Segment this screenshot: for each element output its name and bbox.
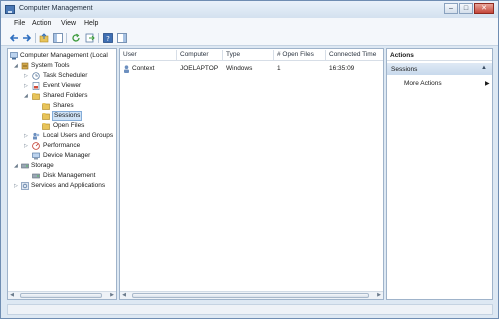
- refresh-icon[interactable]: [71, 33, 81, 43]
- column-divider[interactable]: [325, 50, 326, 60]
- help-icon[interactable]: ?: [103, 33, 113, 43]
- computer-icon: [10, 52, 18, 60]
- console-tree-pane: Computer Management (Local ◢ System Tool…: [7, 48, 117, 300]
- forward-icon[interactable]: [22, 33, 32, 43]
- column-header-type[interactable]: Type: [226, 51, 240, 58]
- toolbar-separator: [35, 33, 36, 43]
- actions-pane: Actions Sessions ▲ More Actions ▶: [386, 48, 493, 300]
- list-header: User Computer Type # Open Files Connecte…: [120, 49, 383, 61]
- title-bar[interactable]: Computer Management – □ ✕: [1, 1, 498, 18]
- services-icon: [21, 182, 29, 190]
- window-title: Computer Management: [19, 5, 93, 12]
- toolbar-separator: [98, 33, 99, 43]
- close-button[interactable]: ✕: [474, 3, 494, 14]
- performance-icon: [32, 142, 40, 150]
- column-header-connected-time[interactable]: Connected Time: [329, 51, 376, 58]
- tree-label: Open Files: [53, 122, 85, 129]
- more-actions-label: More Actions: [404, 80, 442, 87]
- column-divider[interactable]: [176, 50, 177, 60]
- scroll-thumb[interactable]: [20, 293, 102, 298]
- sessions-folder-icon: [42, 113, 50, 120]
- tree-label: Local Users and Groups: [43, 132, 114, 139]
- tree-label: Task Scheduler: [43, 72, 88, 79]
- storage-icon: [21, 163, 29, 169]
- menu-view[interactable]: View: [61, 20, 76, 27]
- computer-management-icon: [5, 5, 15, 14]
- system-tools-icon: [21, 62, 29, 70]
- cell-open-files: 1: [277, 65, 281, 72]
- expanded-arrow-icon[interactable]: ◢: [14, 161, 20, 171]
- collapse-up-arrow-icon[interactable]: ▲: [481, 65, 487, 71]
- back-icon[interactable]: [9, 33, 19, 43]
- tree-label: Computer Management (Local: [20, 52, 108, 59]
- tree-label: Shared Folders: [43, 92, 88, 99]
- tree-horizontal-scrollbar[interactable]: ◀ ▶: [8, 291, 116, 299]
- toolbar-separator: [66, 33, 67, 43]
- tree-label: Storage: [31, 162, 54, 169]
- window-controls: – □ ✕: [443, 3, 494, 14]
- submenu-arrow-icon: ▶: [485, 81, 490, 87]
- column-header-user[interactable]: User: [123, 51, 137, 58]
- collapsed-arrow-icon[interactable]: ▷: [24, 131, 30, 141]
- svg-text:?: ?: [106, 35, 110, 43]
- tree-label: Event Viewer: [43, 82, 82, 89]
- column-divider[interactable]: [222, 50, 223, 60]
- cell-type: Windows: [226, 65, 253, 72]
- minimize-button[interactable]: –: [444, 3, 458, 14]
- sessions-list-pane: User Computer Type # Open Files Connecte…: [119, 48, 384, 300]
- column-header-open-files[interactable]: # Open Files: [277, 51, 314, 58]
- disk-management-icon: [32, 173, 40, 179]
- shared-folder-icon: [32, 93, 40, 100]
- scroll-thumb[interactable]: [132, 293, 369, 298]
- scroll-right-arrow-icon[interactable]: ▶: [108, 292, 116, 299]
- task-scheduler-icon: [32, 72, 40, 80]
- collapsed-arrow-icon[interactable]: ▷: [24, 141, 30, 151]
- export-list-icon[interactable]: [85, 33, 95, 43]
- more-actions-item[interactable]: More Actions: [404, 80, 442, 87]
- collapsed-arrow-icon[interactable]: ▷: [24, 71, 30, 81]
- menu-help[interactable]: Help: [84, 20, 98, 27]
- tree-label: Disk Management: [43, 172, 96, 179]
- actions-section-label: Sessions: [391, 66, 418, 73]
- show-hide-console-tree-icon[interactable]: [53, 33, 63, 43]
- tree-label: Shares: [53, 102, 74, 109]
- collapsed-arrow-icon[interactable]: ▷: [24, 81, 30, 91]
- collapsed-arrow-icon[interactable]: ▷: [14, 181, 20, 191]
- show-hide-action-pane-icon[interactable]: [117, 33, 127, 43]
- device-manager-icon: [32, 152, 40, 160]
- cell-connected-time: 16:35:09: [329, 65, 355, 72]
- up-folder-icon[interactable]: [39, 33, 49, 43]
- toolbar: ?: [1, 30, 498, 46]
- actions-section-sessions[interactable]: Sessions ▲: [387, 63, 492, 75]
- column-header-computer[interactable]: Computer: [180, 51, 209, 58]
- tree-label: Device Manager: [43, 152, 91, 159]
- tree-label: Performance: [43, 142, 81, 149]
- tree-label: Services and Applications: [31, 182, 106, 189]
- actions-header: Actions: [387, 49, 492, 61]
- expanded-arrow-icon[interactable]: ◢: [14, 61, 20, 71]
- user-icon: [124, 65, 129, 73]
- cell-user: Context: [132, 65, 155, 72]
- menu-bar: File Action View Help: [1, 18, 498, 30]
- scroll-left-arrow-icon[interactable]: ◀: [8, 292, 16, 299]
- computer-management-window: Computer Management – □ ✕ File Action Vi…: [0, 0, 499, 319]
- menu-file[interactable]: File: [14, 20, 25, 27]
- open-files-folder-icon: [42, 123, 50, 130]
- status-bar: [7, 304, 493, 315]
- scroll-left-arrow-icon[interactable]: ◀: [120, 292, 128, 299]
- tree-label: Sessions: [52, 111, 83, 121]
- cell-computer: JOELAPTOP: [180, 65, 219, 72]
- shares-folder-icon: [42, 103, 50, 110]
- event-viewer-icon: [32, 82, 40, 90]
- list-horizontal-scrollbar[interactable]: ◀ ▶: [120, 291, 383, 299]
- menu-action[interactable]: Action: [32, 20, 51, 27]
- maximize-button[interactable]: □: [459, 3, 473, 14]
- tree-label: System Tools: [31, 62, 70, 69]
- scroll-right-arrow-icon[interactable]: ▶: [375, 292, 383, 299]
- users-icon: [33, 132, 40, 140]
- column-divider[interactable]: [273, 50, 274, 60]
- expanded-arrow-icon[interactable]: ◢: [24, 91, 30, 101]
